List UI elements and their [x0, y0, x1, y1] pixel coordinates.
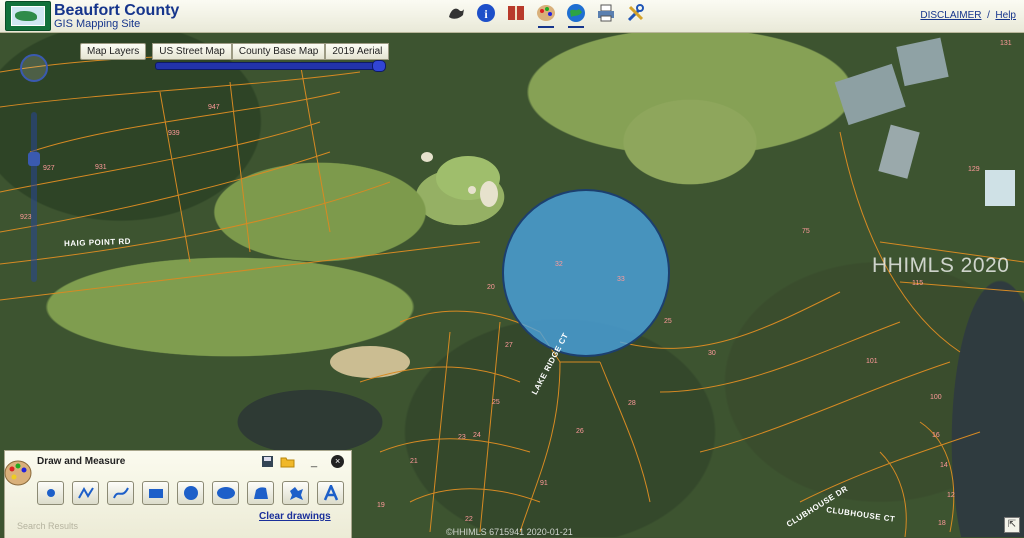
app-header: Beaufort County GIS Mapping Site i DISCL… — [0, 0, 1024, 33]
map-tab-bar: Map Layers US Street Map County Base Map… — [80, 43, 390, 60]
parcel-label: 27 — [505, 342, 513, 349]
parcel-label: 131 — [1000, 40, 1012, 47]
zoom-slider[interactable] — [31, 112, 37, 282]
minimize-button[interactable]: _ — [311, 456, 317, 468]
zoom-slider-handle[interactable] — [28, 152, 40, 166]
parcel-label: 19 — [377, 502, 385, 509]
mls-watermark: HHIMLS 2020 — [872, 254, 1010, 277]
pan-control[interactable] — [20, 54, 48, 82]
parcel-label: 931 — [95, 164, 107, 171]
basemap-transparency-slider[interactable] — [155, 62, 385, 70]
basemap-us-street[interactable]: US Street Map — [152, 43, 232, 60]
parcel-label: 947 — [208, 104, 220, 111]
info-icon[interactable]: i — [476, 3, 496, 23]
parcel-label: 91 — [540, 480, 548, 487]
panel-header-actions: _ × — [261, 455, 345, 468]
globe-icon[interactable] — [566, 3, 586, 28]
freehand-polygon-tool-icon[interactable] — [247, 481, 274, 505]
parcel-label: 26 — [576, 428, 584, 435]
panel-title: Draw and Measure — [37, 456, 126, 467]
text-tool-icon[interactable] — [317, 481, 344, 505]
parcel-label: 75 — [802, 228, 810, 235]
disclaimer-link[interactable]: DISCLAIMER — [920, 10, 981, 21]
county-logo — [5, 1, 51, 31]
basemap-aerial[interactable]: 2019 Aerial — [325, 43, 390, 60]
parcel-label: 28 — [628, 400, 636, 407]
clear-drawings-link[interactable]: Clear drawings — [259, 511, 331, 522]
basemap-county-base[interactable]: County Base Map — [231, 43, 326, 60]
folder-icon[interactable] — [280, 455, 295, 468]
parcel-label: 20 — [487, 284, 495, 291]
basemap-slider-handle[interactable] — [372, 60, 386, 72]
tools-icon[interactable] — [626, 3, 646, 23]
ellipse-tool-icon[interactable] — [212, 481, 239, 505]
book-icon[interactable] — [506, 3, 526, 23]
palette-icon[interactable] — [536, 3, 556, 28]
search-results-tab[interactable]: Search Results — [17, 521, 78, 531]
star-shape-tool-icon[interactable] — [282, 481, 309, 505]
tracks-icon[interactable] — [446, 3, 466, 23]
parcel-label: 14 — [940, 462, 948, 469]
main-toolbar: i — [446, 3, 646, 29]
palette-icon — [4, 460, 32, 486]
parcel-label: 12 — [947, 492, 955, 499]
parcel-label: 16 — [932, 432, 940, 439]
freehand-line-tool-icon[interactable] — [107, 481, 134, 505]
parcel-label: 927 — [43, 165, 55, 172]
save-icon[interactable] — [261, 455, 274, 468]
close-button[interactable]: × — [331, 455, 345, 468]
point-tool-icon[interactable] — [37, 481, 64, 505]
parcel-label: 32 — [555, 261, 563, 268]
parcel-label: 25 — [492, 399, 500, 406]
parcel-label: 22 — [465, 516, 473, 523]
top-links: DISCLAIMER / Help — [920, 10, 1016, 21]
basemap-switcher: US Street Map County Base Map 2019 Aeria… — [152, 43, 390, 60]
draw-measure-panel: Draw and Measure _ × Clear drawings Sear… — [4, 450, 352, 538]
map-layers-button[interactable]: Map Layers — [80, 43, 147, 60]
parcel-label: 939 — [168, 130, 180, 137]
rectangle-tool-icon[interactable] — [142, 481, 169, 505]
expand-icon[interactable]: ⇱ — [1004, 517, 1020, 533]
parcel-label: 101 — [866, 358, 878, 365]
parcel-label: 115 — [912, 280, 924, 287]
site-subtitle: GIS Mapping Site — [54, 18, 141, 30]
parcel-label: 23 — [458, 434, 466, 441]
circle-tool-icon[interactable] — [177, 481, 204, 505]
polyline-tool-icon[interactable] — [72, 481, 99, 505]
parcel-label: 18 — [938, 520, 946, 527]
parcel-label: 923 — [20, 214, 32, 221]
parcel-label: 100 — [930, 394, 942, 401]
mls-bottom-watermark: ©HHIMLS 6715941 2020-01-21 — [446, 527, 573, 537]
parcel-label: 129 — [968, 166, 980, 173]
parcel-label: 21 — [410, 458, 418, 465]
help-link[interactable]: Help — [995, 10, 1016, 21]
link-separator: / — [987, 10, 990, 21]
parcel-label: 33 — [617, 276, 625, 283]
parcel-label: 30 — [708, 350, 716, 357]
parcel-label: 24 — [473, 432, 481, 439]
parcel-label: 25 — [664, 318, 672, 325]
draw-tools — [37, 481, 344, 505]
printer-icon[interactable] — [596, 3, 616, 23]
